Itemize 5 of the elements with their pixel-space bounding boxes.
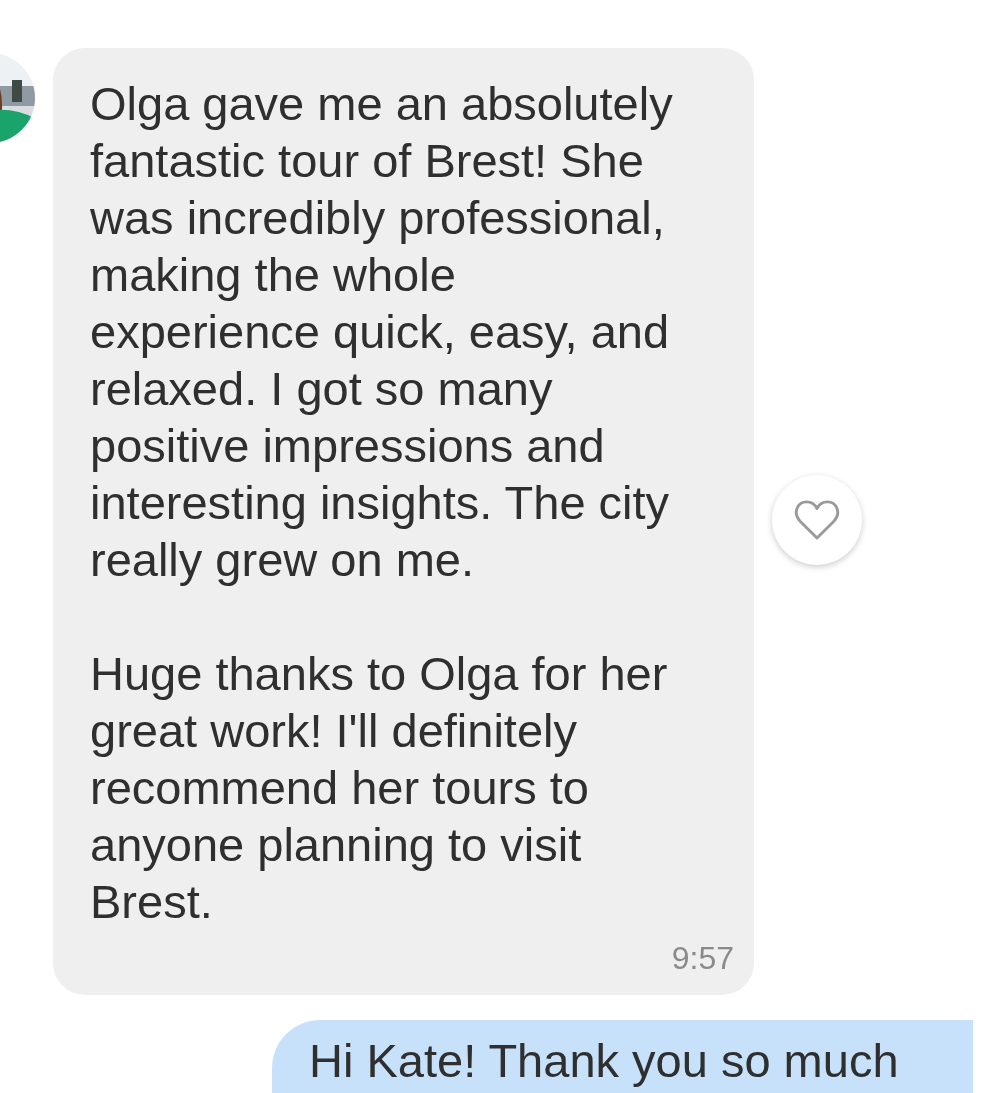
message-time: 9:57 [671, 940, 734, 977]
message-text: Hi Kate! Thank you so much [309, 1033, 900, 1089]
message-text: Olga gave me an absolutely fantastic tour of Brest! She was incredibly professional, making the whole experience quick, easy, and relaxed. I got so many positive impressions and interesting insights. The city really grew on me. [90, 76, 674, 588]
like-button[interactable] [772, 474, 862, 565]
message-text: Huge thanks to Olga for her great work! I'll definitely recommend her tours to anyone planning to visit Brest. [90, 646, 669, 930]
